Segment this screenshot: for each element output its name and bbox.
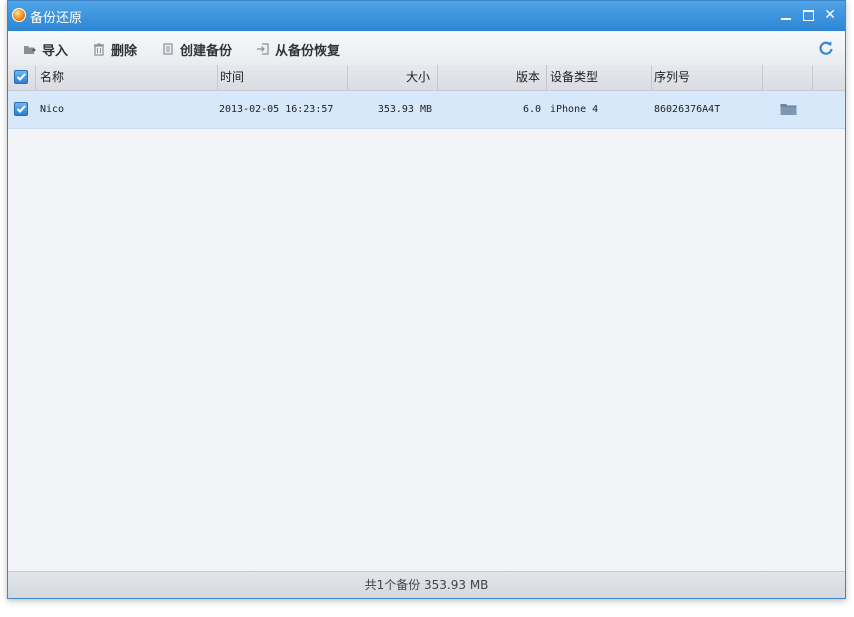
cell-device-type: iPhone 4 <box>550 104 599 115</box>
document-icon <box>161 42 175 56</box>
maximize-button[interactable] <box>799 6 817 24</box>
toolbar: 导入 删除 创建备份 从备份恢复 <box>8 31 845 65</box>
delete-label: 删除 <box>111 43 138 59</box>
column-divider <box>812 65 813 90</box>
column-header-serial[interactable]: 序列号 <box>654 65 690 90</box>
column-divider <box>762 65 763 90</box>
maximize-icon <box>803 10 814 21</box>
open-folder-button[interactable] <box>780 102 797 116</box>
restore-icon <box>256 42 270 56</box>
create-backup-button[interactable]: 创建备份 <box>161 40 233 59</box>
refresh-button[interactable] <box>817 39 835 57</box>
checkmark-icon <box>16 105 26 113</box>
cell-name: Nico <box>40 104 65 115</box>
minimize-button[interactable] <box>777 6 795 24</box>
cell-version: 6.0 <box>522 104 541 115</box>
column-header-device-type[interactable]: 设备类型 <box>550 65 598 90</box>
refresh-icon <box>819 41 833 55</box>
backup-restore-window: 备份还原 ✕ 导入 删除 创建备份 从备份恢复 名称 时间 大小 版本 设备类型… <box>7 0 846 599</box>
app-logo-icon <box>12 8 26 22</box>
delete-button[interactable]: 删除 <box>92 40 138 59</box>
row-checkbox[interactable] <box>14 102 28 116</box>
column-divider <box>546 65 547 90</box>
create-backup-label: 创建备份 <box>180 43 233 59</box>
cell-time: 2013-02-05 16:23:57 <box>219 104 334 115</box>
trash-icon <box>92 42 106 56</box>
restore-from-backup-button[interactable]: 从备份恢复 <box>256 40 341 59</box>
title-bar[interactable]: 备份还原 ✕ <box>8 1 845 31</box>
window-title: 备份还原 <box>30 11 83 26</box>
backup-list-area <box>8 129 845 572</box>
backup-summary: 共1个备份 353.93 MB <box>364 578 489 592</box>
column-header-time[interactable]: 时间 <box>220 65 244 90</box>
restore-label: 从备份恢复 <box>275 43 341 59</box>
column-divider <box>35 65 36 90</box>
cell-serial: 86026376A4T <box>654 104 721 115</box>
folder-icon <box>780 104 797 115</box>
column-header-version[interactable]: 版本 <box>438 65 540 90</box>
column-divider <box>217 65 218 90</box>
close-button[interactable]: ✕ <box>821 6 839 24</box>
import-label: 导入 <box>42 43 69 59</box>
minimize-icon <box>781 18 791 20</box>
import-icon <box>23 42 37 56</box>
column-divider <box>651 65 652 90</box>
import-button[interactable]: 导入 <box>23 40 69 59</box>
status-bar: 共1个备份 353.93 MB <box>8 571 845 598</box>
cell-size: 353.93 MB <box>377 104 432 115</box>
column-header-size[interactable]: 大小 <box>348 65 430 90</box>
select-all-checkbox[interactable] <box>14 70 28 84</box>
checkmark-icon <box>16 73 26 81</box>
column-header-name[interactable]: 名称 <box>40 65 64 90</box>
table-header: 名称 时间 大小 版本 设备类型 序列号 <box>8 65 845 91</box>
table-row[interactable]: Nico 2013-02-05 16:23:57 353.93 MB 6.0 i… <box>8 91 845 129</box>
